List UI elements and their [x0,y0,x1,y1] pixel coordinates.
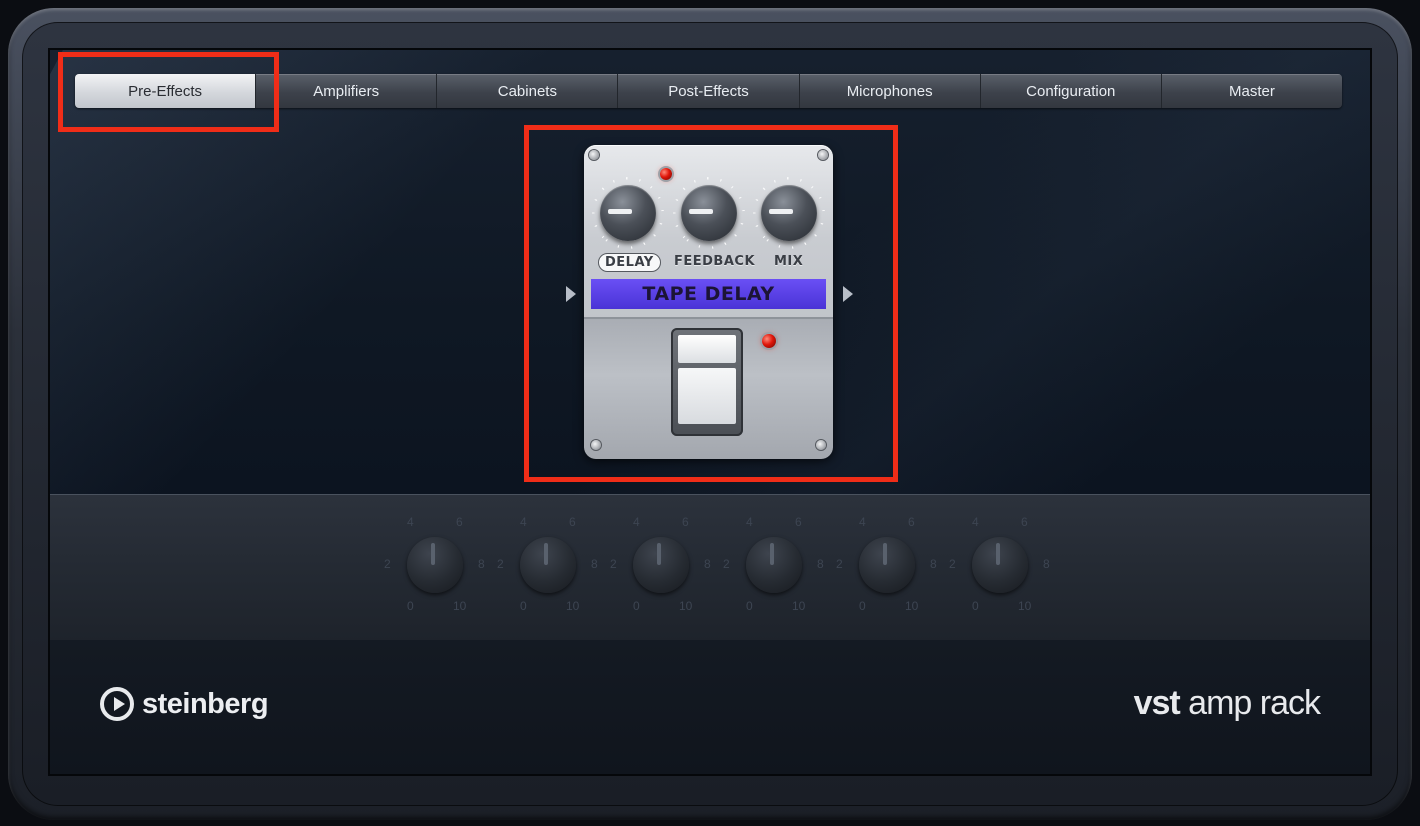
scale-label: 0 [859,599,866,613]
product-name: vst amp rack [1133,684,1321,723]
play-circle-icon [100,687,134,721]
scale-label: 0 [520,599,527,613]
tab-cabinets[interactable]: Cabinets [437,74,619,108]
scale-label: 2 [723,557,730,571]
scale-label: 4 [633,515,640,529]
amp-knob[interactable] [407,537,463,593]
product-name-bold: vst [1133,684,1181,722]
amp-knob[interactable] [746,537,802,593]
scale-label: 10 [905,599,919,613]
scale-label: 2 [497,557,504,571]
scale-label: 4 [972,515,979,529]
amp-knob[interactable] [972,537,1028,593]
scale-label: 4 [746,515,753,529]
scale-label: 0 [633,599,640,613]
amp-knob-band: 4 6 2 8 0 10 4 6 2 8 0 10 4 6 2 8 0 10 4 [50,494,1370,642]
scale-label: 8 [704,557,711,571]
scale-label: 8 [478,557,485,571]
scale-label: 0 [746,599,753,613]
scale-label: 6 [569,515,576,529]
amp-knob[interactable] [859,537,915,593]
tab-microphones[interactable]: Microphones [799,74,981,108]
amp-knob-group[interactable]: 4 6 2 8 0 10 [606,511,716,621]
amp-knob[interactable] [520,537,576,593]
scale-label: 8 [591,557,598,571]
branding-bar: steinberg vst amp rack [50,640,1370,774]
amp-knob-group[interactable]: 4 6 2 8 0 10 [493,511,603,621]
tab-post-effects[interactable]: Post-Effects [618,74,800,108]
scale-label: 2 [836,557,843,571]
tab-configuration[interactable]: Configuration [980,74,1162,108]
tab-amplifiers[interactable]: Amplifiers [256,74,438,108]
scale-label: 0 [972,599,979,613]
scale-label: 4 [407,515,414,529]
amp-knob-group[interactable]: 4 6 2 8 0 10 [719,511,829,621]
scale-label: 2 [610,557,617,571]
scale-label: 6 [795,515,802,529]
amp-knob-group[interactable]: 4 6 2 8 0 10 [380,511,490,621]
highlight-box-pedal [524,125,898,482]
highlight-box-tab [58,52,279,132]
scale-label: 4 [520,515,527,529]
amp-knob-group[interactable]: 4 6 2 8 0 10 [945,511,1055,621]
logo-text: steinberg [142,687,269,720]
scale-label: 8 [930,557,937,571]
steinberg-logo: steinberg [100,687,269,721]
product-name-light: amp rack [1179,684,1321,722]
scale-label: 2 [384,557,391,571]
tab-master[interactable]: Master [1161,74,1342,108]
scale-label: 4 [859,515,866,529]
scale-label: 8 [817,557,824,571]
scale-label: 6 [682,515,689,529]
scale-label: 8 [1043,557,1050,571]
amp-knob-group[interactable]: 4 6 2 8 0 10 [832,511,942,621]
scale-label: 6 [908,515,915,529]
scale-label: 0 [407,599,414,613]
scale-label: 10 [792,599,806,613]
scale-label: 10 [679,599,693,613]
amp-knob[interactable] [633,537,689,593]
scale-label: 10 [566,599,580,613]
scale-label: 10 [453,599,467,613]
scale-label: 6 [1021,515,1028,529]
scale-label: 10 [1018,599,1032,613]
scale-label: 6 [456,515,463,529]
scale-label: 2 [949,557,956,571]
